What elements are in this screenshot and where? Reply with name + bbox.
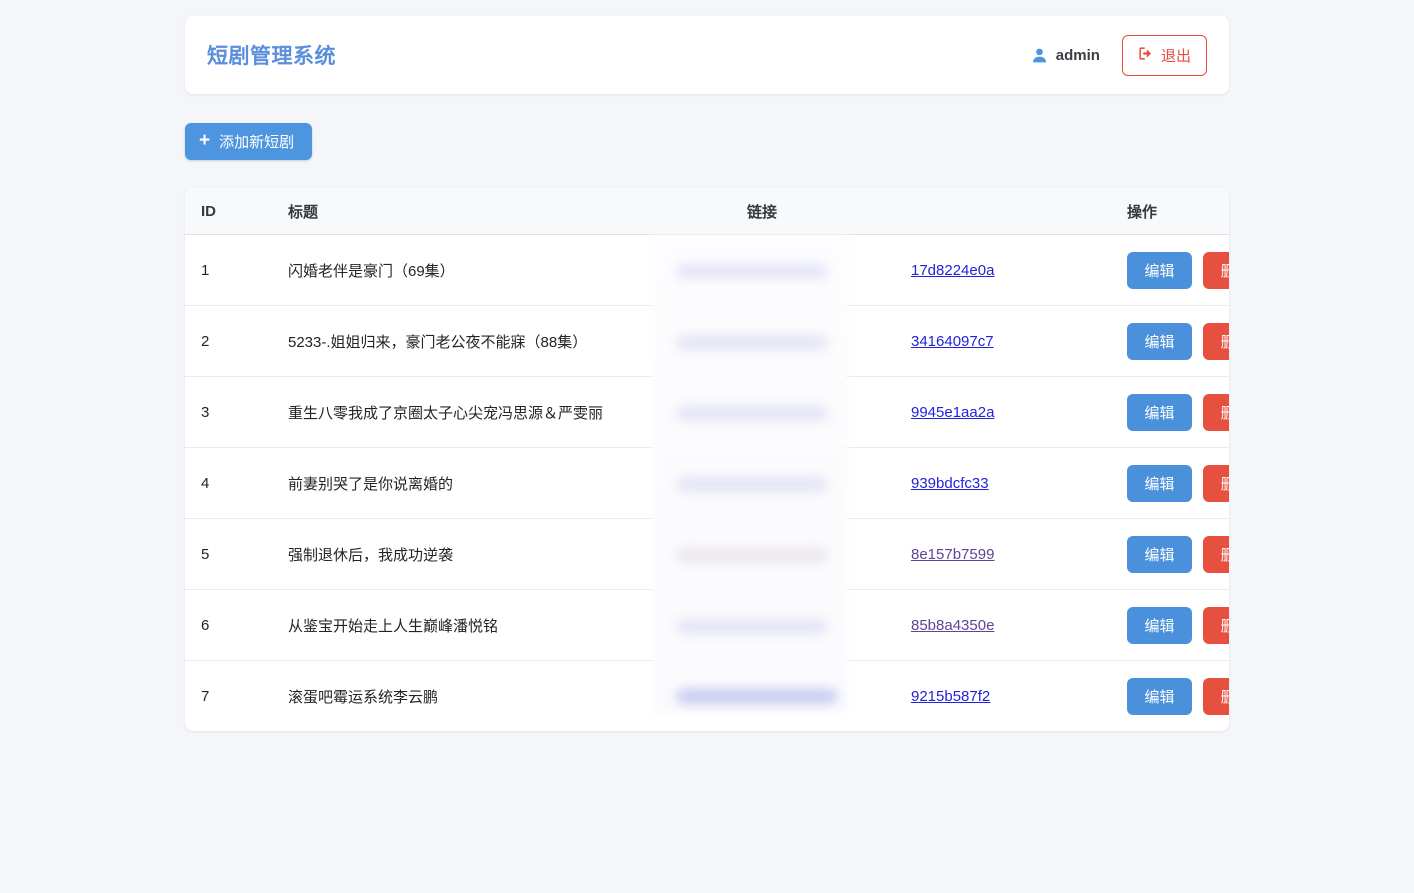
blurred-link-text <box>676 548 828 563</box>
blurred-link-text <box>676 619 828 634</box>
blurred-link-text <box>676 406 828 421</box>
privacy-blur-overlay <box>652 235 847 713</box>
drama-table-card: ID 标题 链接 操作 1 闪婚老伴是豪门（69集） 17d8224e0a 编辑… <box>185 188 1229 731</box>
blurred-link-text <box>676 477 828 492</box>
column-header-actions: 操作 <box>1111 188 1229 235</box>
column-header-link: 链接 <box>731 188 1111 235</box>
blurred-link-text <box>676 264 828 279</box>
delete-button[interactable]: 删除 <box>1203 464 1229 502</box>
add-drama-button[interactable]: + 添加新短剧 <box>185 123 313 160</box>
delete-button[interactable]: 删除 <box>1203 677 1229 715</box>
page-title: 短剧管理系统 <box>207 45 336 68</box>
row-id: 6 <box>185 589 272 661</box>
logout-button[interactable]: 退出 <box>1121 34 1207 76</box>
row-id: 4 <box>185 447 272 519</box>
edit-button[interactable]: 编辑 <box>1127 393 1192 431</box>
row-id: 7 <box>185 660 272 731</box>
edit-button[interactable]: 编辑 <box>1127 535 1192 573</box>
page: 短剧管理系统 admin 退出 + 添加新短剧 ID 标题 链接 操作 1 闪婚… <box>185 0 1229 731</box>
row-id: 2 <box>185 305 272 377</box>
delete-button[interactable]: 删除 <box>1203 535 1229 573</box>
user-icon <box>1031 47 1048 64</box>
row-id: 1 <box>201 261 210 279</box>
edit-button[interactable]: 编辑 <box>1127 677 1192 715</box>
edit-button[interactable]: 编辑 <box>1127 322 1192 360</box>
add-drama-label: 添加新短剧 <box>219 134 295 151</box>
row-link[interactable]: 9215b587f2 <box>911 688 990 705</box>
delete-button[interactable]: 删除 <box>1203 393 1229 431</box>
blurred-link-text <box>676 335 828 350</box>
column-header-title: 标题 <box>272 188 731 235</box>
plus-icon: + <box>199 130 211 151</box>
user-name: admin <box>1055 46 1100 64</box>
delete-button[interactable]: 删除 <box>1203 606 1229 644</box>
delete-button[interactable]: 删除 <box>1203 251 1229 289</box>
logout-label: 退出 <box>1160 47 1191 65</box>
row-link[interactable]: 9945e1aa2a <box>911 404 994 421</box>
edit-button[interactable]: 编辑 <box>1127 251 1192 289</box>
logout-icon <box>1138 46 1153 65</box>
row-link[interactable]: 85b8a4350e <box>911 617 994 634</box>
app-header: 短剧管理系统 admin 退出 <box>185 16 1229 94</box>
row-link[interactable]: 939bdcfc33 <box>911 475 989 492</box>
blurred-link-text <box>676 689 838 704</box>
row-link[interactable]: 17d8224e0a <box>911 262 994 279</box>
row-id: 5 <box>185 518 272 590</box>
header-right: admin 退出 <box>1031 34 1207 76</box>
row-link[interactable]: 34164097c7 <box>911 333 994 350</box>
table-header-row: ID 标题 链接 操作 <box>185 188 1229 235</box>
edit-button[interactable]: 编辑 <box>1127 606 1192 644</box>
user-block: admin <box>1031 47 1100 64</box>
delete-button[interactable]: 删除 <box>1203 322 1229 360</box>
row-id: 3 <box>185 376 272 448</box>
row-link[interactable]: 8e157b7599 <box>911 546 994 563</box>
edit-button[interactable]: 编辑 <box>1127 464 1192 502</box>
column-header-id: ID <box>185 188 272 235</box>
